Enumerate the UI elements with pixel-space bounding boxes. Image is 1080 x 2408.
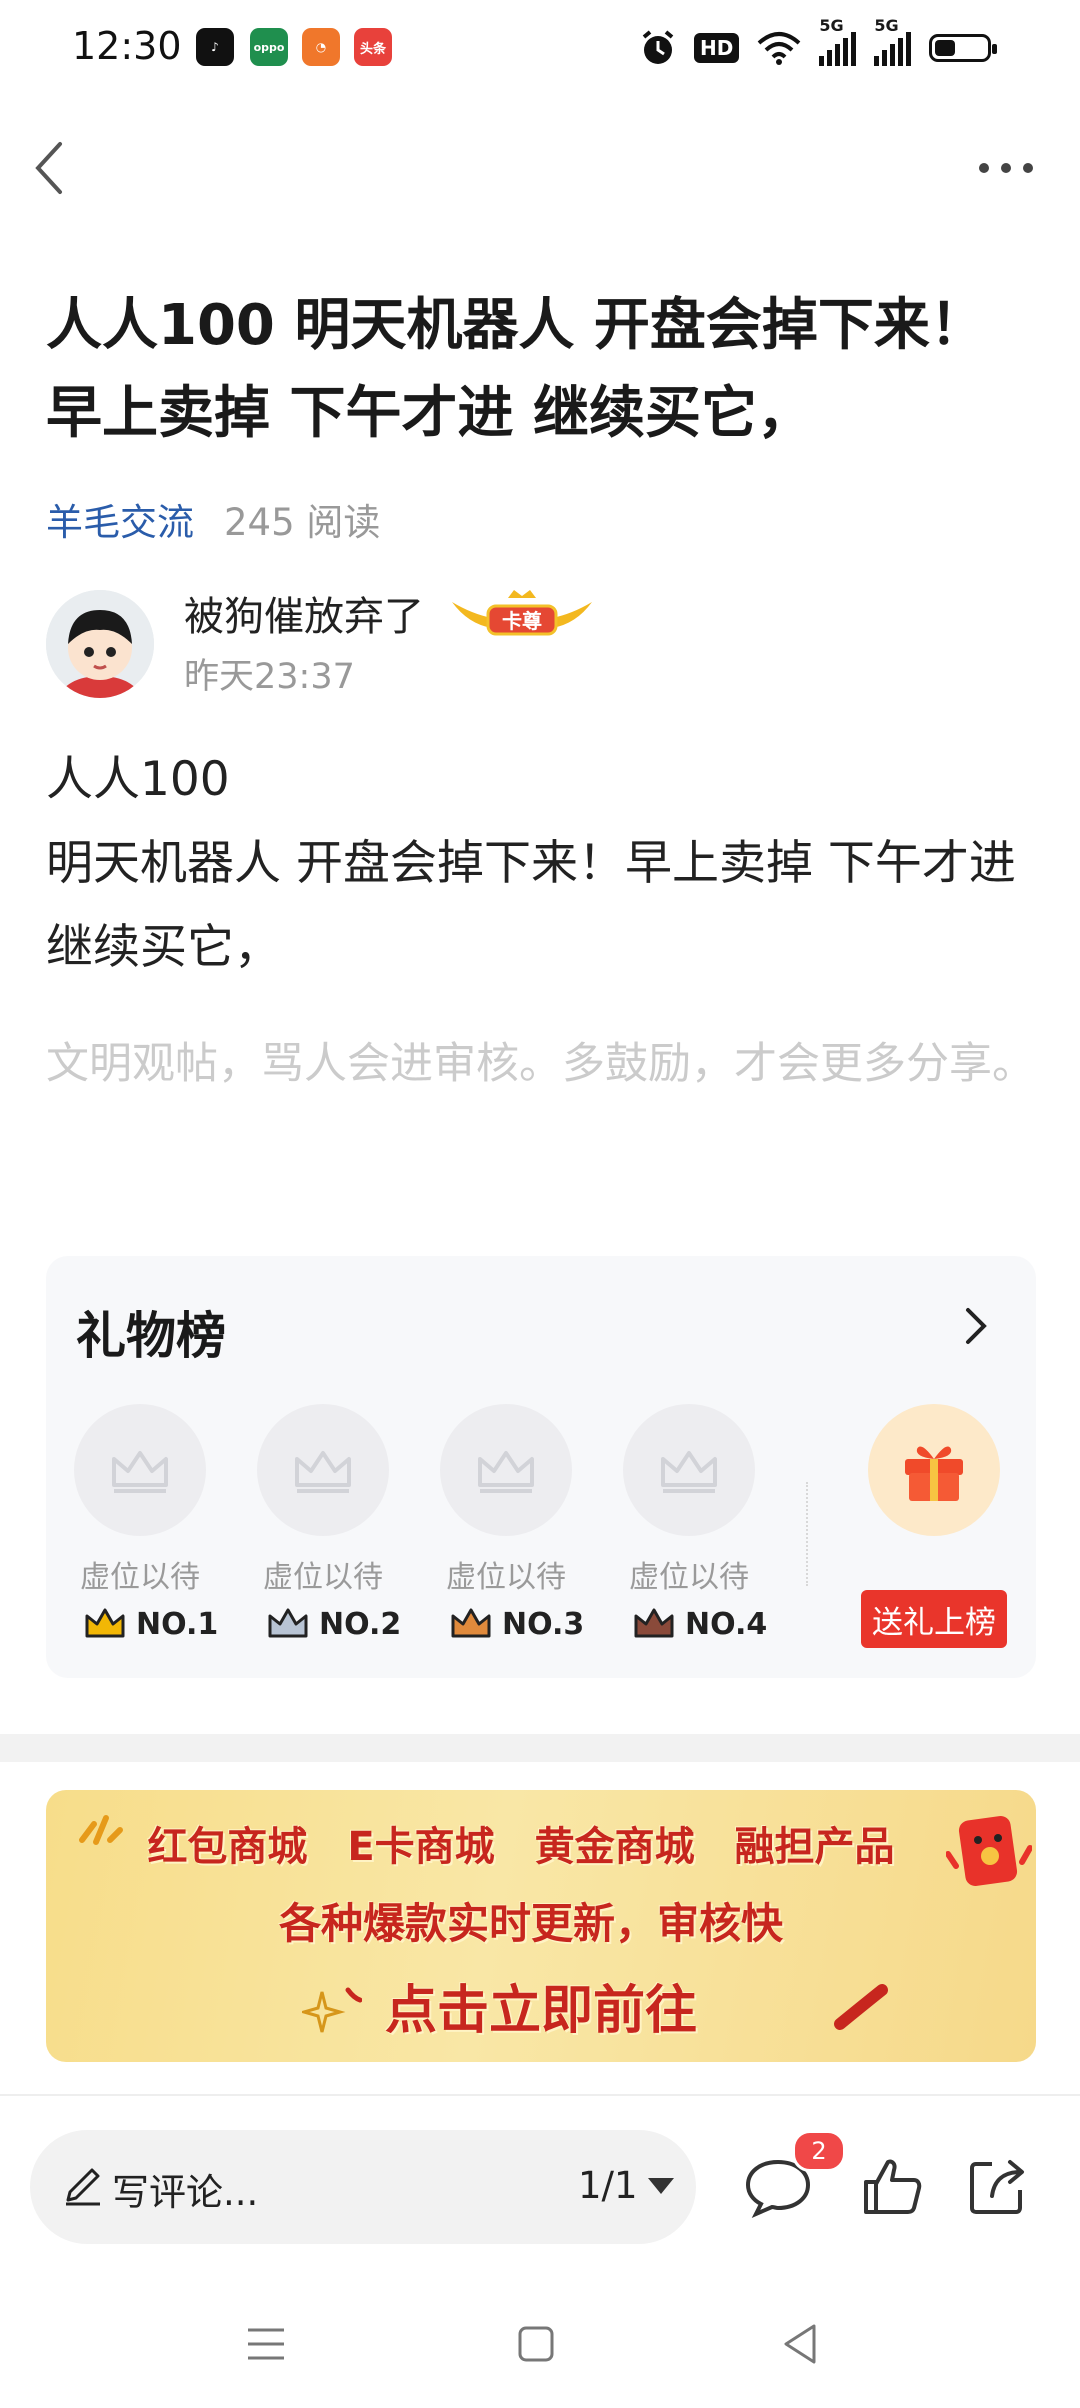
empty-crown-icon — [623, 1404, 755, 1536]
banner-line-3: 点击立即前往 — [384, 1981, 697, 2041]
hd-icon: HD — [694, 33, 740, 63]
gift-divider — [806, 1482, 808, 1586]
rank-label: NO.1 — [136, 1606, 219, 1642]
slot-label: 虚位以待 — [263, 1560, 383, 1595]
banner-line-2: 各种爆款实时更新，审核快 — [278, 1899, 783, 1948]
rank-label: NO.2 — [319, 1606, 402, 1642]
comment-placeholder: 写评论... — [112, 2171, 259, 2214]
home-icon[interactable] — [516, 2324, 556, 2364]
bottom-bar-border — [0, 2094, 1080, 2096]
rank-label: NO.4 — [685, 1606, 768, 1642]
network-label-2: 5G — [874, 16, 899, 35]
category-link[interactable]: 羊毛交流 — [46, 492, 194, 546]
battery-icon — [929, 34, 998, 62]
civility-hint: 文明观帖，骂人会进审核。多鼓励，才会更多分享。 — [46, 1039, 1035, 1089]
pencil-icon — [66, 2168, 100, 2206]
system-nav-bar — [0, 2304, 1080, 2408]
empty-crown-icon — [74, 1404, 206, 1536]
rank-3: NO.3 — [450, 1606, 584, 1642]
rank-2: NO.2 — [267, 1606, 401, 1642]
gift-box-icon — [905, 1446, 963, 1501]
back-triangle-icon[interactable] — [780, 2322, 820, 2366]
rank-1: NO.1 — [84, 1606, 218, 1642]
toutiao-icon: 头条 — [354, 28, 392, 66]
gold-crown-icon — [85, 1608, 125, 1638]
banner-line-1: 红包商城 E卡商城 黄金商城 融担产品 — [147, 1824, 895, 1870]
gift-slot-2[interactable]: 虚位以待 — [257, 1404, 389, 1596]
section-divider — [0, 1734, 1080, 1762]
share-icon[interactable] — [962, 2150, 1034, 2222]
more-icon[interactable] — [976, 148, 1036, 188]
status-bar: 12:30 ♪ oppo ◔ 头条 HD 5G 5G — [0, 0, 1080, 96]
post-time: 昨天23:37 — [184, 657, 355, 697]
body-line-2: 明天机器人 开盘会掉下来！早上卖掉 下午才进 继续买它， — [46, 836, 1016, 975]
back-icon[interactable] — [30, 138, 78, 198]
slot-label: 虚位以待 — [80, 1560, 200, 1595]
like-icon[interactable] — [856, 2150, 928, 2222]
vip-badge: 卡尊 — [448, 588, 596, 640]
post-title: 人人100 明天机器人 开盘会掉下来！早上卖掉 下午才进 继续买它， — [46, 293, 986, 446]
promo-banner[interactable]: 红包商城 E卡商城 黄金商城 融担产品 各种爆款实时更新，审核快 点击立即前往 — [46, 1790, 1036, 2062]
network-label: 5G — [819, 16, 844, 35]
comment-box[interactable]: 写评论... 1/1 — [30, 2130, 696, 2244]
empty-crown-icon — [440, 1404, 572, 1536]
read-count: 245 阅读 — [224, 501, 381, 544]
empty-crown-icon — [257, 1404, 389, 1536]
post-meta: 羊毛交流 245 阅读 — [46, 492, 380, 546]
bronze-crown-icon — [451, 1608, 491, 1638]
rank-label: NO.3 — [502, 1606, 585, 1642]
rank-4: NO.4 — [633, 1606, 767, 1642]
oppo-icon: oppo — [250, 28, 288, 66]
gift-board-title: 礼物榜 — [76, 1307, 226, 1365]
silver-crown-icon — [268, 1608, 308, 1638]
gift-slot-3[interactable]: 虚位以待 — [440, 1404, 572, 1596]
body-line-1: 人人100 — [46, 752, 230, 807]
slot-label: 虚位以待 — [629, 1560, 749, 1595]
status-right: HD 5G 5G — [640, 16, 998, 70]
chevron-right-icon[interactable] — [958, 1302, 994, 1350]
avatar-image — [46, 590, 154, 698]
brown-crown-icon — [634, 1608, 674, 1638]
menu-icon[interactable] — [246, 2324, 286, 2364]
gift-slot-1[interactable]: 虚位以待 — [74, 1404, 206, 1596]
caret-down-icon[interactable] — [648, 2178, 674, 2194]
gift-board: 礼物榜 虚位以待 虚位以待 虚位以待 虚位以待 NO.1 NO.2 NO.3 N… — [46, 1256, 1036, 1678]
post-body: 人人100 明天机器人 开盘会掉下来！早上卖掉 下午才进 继续买它， — [46, 738, 1036, 990]
gift-slot-4[interactable]: 虚位以待 — [623, 1404, 755, 1596]
avatar[interactable] — [46, 590, 154, 698]
signal-2-icon: 5G — [874, 16, 912, 66]
orange-app-icon: ◔ — [302, 28, 340, 66]
status-time: 12:30 — [72, 24, 182, 68]
douyin-icon: ♪ — [196, 28, 234, 66]
wifi-icon — [758, 32, 801, 65]
signal-1-icon: 5G — [819, 16, 857, 66]
gift-box-button[interactable] — [868, 1404, 1000, 1536]
alarm-icon — [642, 30, 674, 64]
send-gift-button[interactable]: 送礼上榜 — [861, 1590, 1007, 1648]
author-name[interactable]: 被狗催放弃了 — [184, 584, 424, 642]
badge-text: 卡尊 — [502, 609, 542, 633]
page-indicator[interactable]: 1/1 — [578, 2164, 638, 2207]
slot-label: 虚位以待 — [446, 1560, 566, 1595]
comment-count-badge: 2 — [792, 2130, 846, 2172]
